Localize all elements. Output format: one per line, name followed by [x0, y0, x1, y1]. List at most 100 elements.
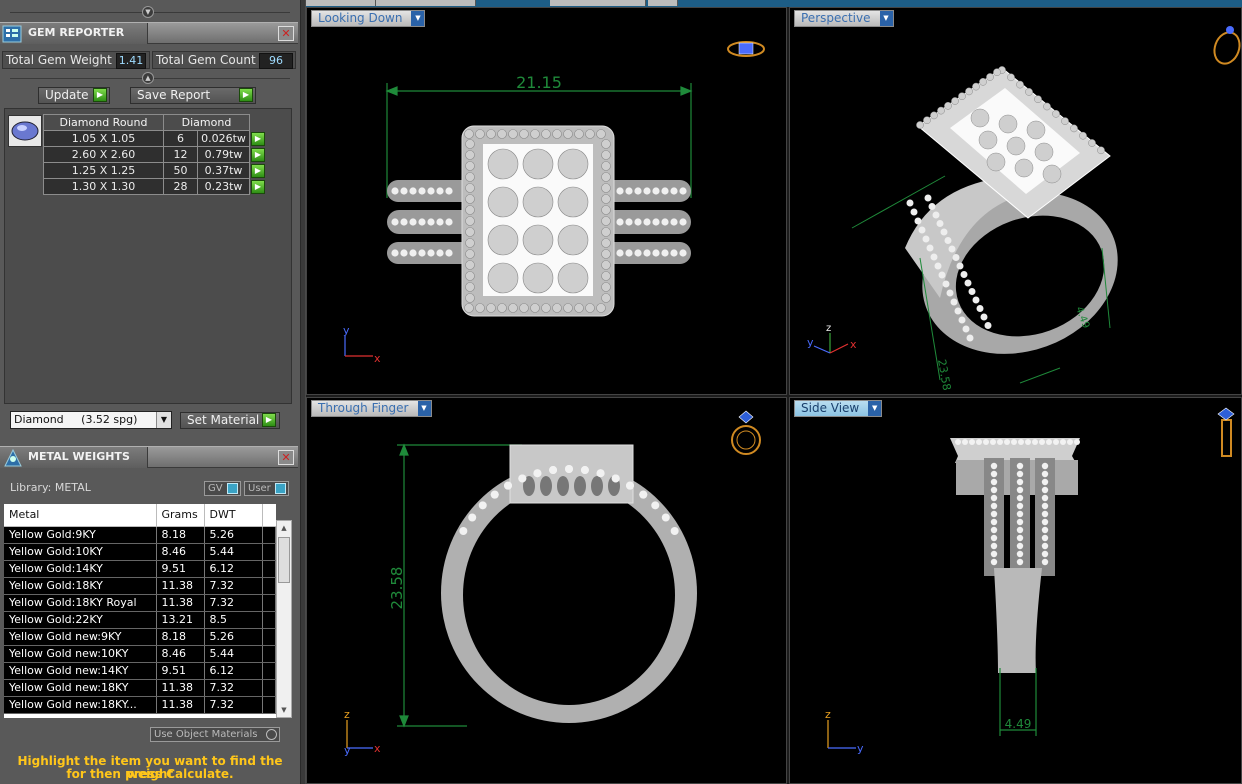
table-row[interactable]: Yellow Gold new:10KY 8.46 5.44 — [4, 645, 276, 663]
band-stone — [504, 481, 512, 490]
select-gem-icon[interactable]: ▶ — [251, 179, 265, 194]
collapse-toggle-icon[interactable]: ▼ — [142, 6, 154, 18]
band-stone — [946, 289, 954, 297]
viewport-side-view[interactable]: Side View ▼ 4.49 z y — [789, 397, 1242, 784]
halo-stone — [596, 303, 606, 313]
document-tab[interactable] — [376, 0, 476, 6]
halo-stone — [596, 129, 606, 139]
band-stone — [391, 249, 399, 257]
metal-dwt: 8.5 — [204, 611, 263, 629]
gem-row[interactable]: 2.60 X 2.60 12 0.79tw ▶ — [43, 146, 266, 163]
close-icon[interactable]: ✕ — [278, 26, 294, 41]
dwt-column-header[interactable]: DWT — [204, 504, 263, 527]
band-stone — [400, 218, 408, 226]
viewport-through-finger[interactable]: Through Finger ▼ 23.58 z y x — [306, 397, 787, 784]
band-stone — [990, 526, 998, 534]
metal-table-scrollbar[interactable]: ▲ ▼ — [276, 520, 292, 718]
halo-stone — [1032, 439, 1038, 445]
user-toggle[interactable]: User — [244, 481, 289, 496]
use-object-materials-label: Use Object Materials — [154, 729, 258, 740]
halo-stone — [601, 194, 611, 204]
document-tab[interactable] — [648, 0, 678, 6]
table-row[interactable]: Yellow Gold:9KY 8.18 5.26 — [4, 526, 276, 544]
center-stone — [522, 186, 554, 218]
scroll-up-icon[interactable]: ▲ — [277, 521, 291, 535]
band-stone — [409, 187, 417, 195]
collapse-toggle-icon[interactable]: ▲ — [142, 72, 154, 84]
save-report-button[interactable]: Save Report — [130, 87, 256, 104]
band-stone — [418, 218, 426, 226]
round-diamond-icon[interactable] — [8, 115, 42, 147]
band-stone — [928, 203, 936, 210]
band-stone — [914, 217, 922, 225]
band-stone — [950, 298, 958, 306]
gem-row[interactable]: 1.30 X 1.30 28 0.23tw ▶ — [43, 178, 266, 195]
halo-stone — [601, 216, 611, 226]
table-row[interactable]: Yellow Gold new:14KY 9.51 6.12 — [4, 662, 276, 680]
table-row[interactable]: Yellow Gold:18KY Royal 11.38 7.32 — [4, 594, 276, 612]
band-stone — [616, 249, 624, 257]
viewport-looking-down[interactable]: Looking Down ▼ 21.15 y x — [306, 7, 787, 395]
band-stone — [962, 325, 970, 333]
document-tab[interactable] — [306, 0, 376, 6]
halo-stone — [508, 129, 518, 139]
band-stone — [565, 465, 573, 473]
band-stone — [1041, 518, 1049, 526]
band-stone — [932, 211, 940, 219]
metal-column-header[interactable]: Metal — [4, 504, 157, 527]
select-gem-icon[interactable]: ▶ — [251, 147, 265, 162]
save-report-go-icon[interactable]: ▶ — [239, 88, 253, 102]
band-stone — [400, 249, 408, 257]
gv-toggle[interactable]: GV — [204, 481, 241, 496]
chevron-down-icon[interactable]: ▼ — [156, 412, 171, 428]
halo-stone — [601, 260, 611, 270]
metal-grams: 13.21 — [156, 611, 205, 629]
band-stone — [1041, 470, 1049, 478]
band-stone — [651, 501, 660, 510]
total-weight-label: Total Gem Weight — [6, 53, 112, 67]
gem-row[interactable]: 1.05 X 1.05 6 0.026tw ▶ — [43, 130, 266, 147]
table-row[interactable]: Yellow Gold:22KY 13.21 8.5 — [4, 611, 276, 629]
table-row[interactable]: Yellow Gold:18KY 11.38 7.32 — [4, 577, 276, 595]
band-stone — [956, 262, 964, 270]
halo-stone — [969, 439, 975, 445]
scroll-thumb[interactable] — [278, 537, 290, 583]
band-stone — [418, 249, 426, 257]
metal-grams: 8.46 — [156, 543, 205, 561]
ring-perspective-view: 23.58 4.49 z y x — [807, 26, 1241, 392]
close-icon[interactable]: ✕ — [278, 450, 294, 465]
select-gem-icon[interactable]: ▶ — [251, 131, 265, 146]
viewport-perspective[interactable]: Perspective ▼ 23.58 4.49 z y x — [789, 7, 1242, 395]
document-tab[interactable] — [550, 0, 646, 6]
halo-stone — [519, 129, 529, 139]
band-stone — [990, 558, 998, 566]
set-material-go-icon[interactable]: ▶ — [262, 413, 276, 427]
table-row[interactable]: Yellow Gold new:18KY 11.38 7.32 — [4, 679, 276, 697]
halo-stone — [601, 238, 611, 248]
material-select[interactable]: Diamond (3.52 spg) ▼ — [10, 411, 172, 429]
gem-row[interactable]: 1.25 X 1.25 50 0.37tw ▶ — [43, 162, 266, 179]
halo-stone — [1079, 131, 1087, 140]
grams-column-header[interactable]: Grams — [156, 504, 205, 527]
halo-stone — [937, 106, 945, 115]
metal-name: Yellow Gold:18KY — [4, 577, 157, 595]
table-row[interactable]: Yellow Gold:14KY 9.51 6.12 — [4, 560, 276, 578]
table-row[interactable]: Yellow Gold new:18KY... 11.38 7.32 — [4, 696, 276, 714]
band-stone — [652, 187, 660, 195]
scroll-down-icon[interactable]: ▼ — [277, 703, 291, 717]
halo-stone — [1061, 117, 1069, 125]
width-dimension-label: 4.49 — [1005, 717, 1032, 731]
halo-stone — [464, 129, 474, 139]
band-stone — [670, 527, 679, 535]
halo-stone — [951, 97, 959, 105]
table-row[interactable]: Yellow Gold new:9KY 8.18 5.26 — [4, 628, 276, 646]
band-stone — [1041, 478, 1049, 486]
halo-stone — [475, 129, 485, 139]
use-object-materials-toggle[interactable]: Use Object Materials — [150, 727, 280, 742]
center-stone — [1014, 158, 1034, 178]
halo-stone — [530, 303, 540, 313]
select-gem-icon[interactable]: ▶ — [251, 163, 265, 178]
table-row[interactable]: Yellow Gold:10KY 8.46 5.44 — [4, 543, 276, 561]
update-go-icon[interactable]: ▶ — [93, 88, 107, 102]
band-stone — [596, 469, 605, 478]
